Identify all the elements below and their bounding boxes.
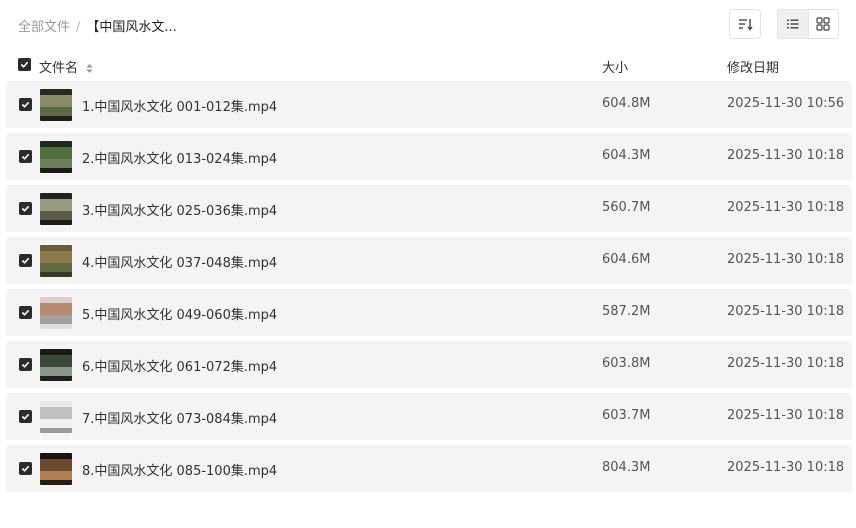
sort-arrows-icon	[86, 64, 93, 73]
check-icon	[21, 309, 30, 316]
view-toggle	[777, 9, 839, 39]
table-header: 文件名 大小 修改日期	[0, 52, 856, 78]
video-thumbnail	[40, 245, 72, 277]
row-checkbox[interactable]	[19, 254, 32, 267]
breadcrumb: 全部文件 / 【中国风水文...	[18, 16, 177, 35]
grid-view-icon	[816, 17, 830, 31]
table-row[interactable]: 4.中国风水文化 037-048集.mp4 604.6M 2025-11-30 10…	[6, 237, 852, 284]
row-checkbox[interactable]	[19, 410, 32, 423]
row-checkbox[interactable]	[19, 98, 32, 111]
row-checkbox[interactable]	[19, 462, 32, 475]
top-bar: 全部文件 / 【中国风水文...	[0, 0, 856, 50]
table-row[interactable]: 3.中国风水文化 025-036集.mp4 560.7M 2025-11-30 10…	[6, 185, 852, 232]
check-icon	[21, 205, 30, 212]
breadcrumb-separator: /	[76, 20, 81, 35]
file-name[interactable]: 1.中国风水文化 001-012集.mp4	[82, 96, 277, 115]
column-header-name[interactable]: 文件名	[39, 57, 93, 76]
check-icon	[21, 153, 30, 160]
file-size: 603.8M	[602, 356, 651, 371]
check-icon	[21, 465, 30, 472]
table-row[interactable]: 2.中国风水文化 013-024集.mp4 604.3M 2025-11-30 10…	[6, 133, 852, 180]
row-checkbox[interactable]	[19, 306, 32, 319]
sort-icon	[739, 19, 753, 31]
file-name[interactable]: 4.中国风水文化 037-048集.mp4	[82, 252, 277, 271]
sort-button[interactable]	[729, 9, 761, 39]
file-modified-date: 2025-11-30 10:18	[727, 408, 845, 423]
check-icon	[21, 257, 30, 264]
table-row[interactable]: 6.中国风水文化 061-072集.mp4 603.8M 2025-11-30 10…	[6, 341, 852, 388]
column-header-name-label: 文件名	[39, 61, 79, 76]
file-size: 587.2M	[602, 304, 651, 319]
video-thumbnail	[40, 349, 72, 381]
file-name[interactable]: 8.中国风水文化 085-100集.mp4	[82, 460, 277, 479]
grid-view-button[interactable]	[807, 10, 839, 38]
file-size: 804.3M	[602, 460, 651, 475]
breadcrumb-current: 【中国风水文...	[86, 20, 177, 35]
file-size: 604.6M	[602, 252, 651, 267]
file-name[interactable]: 2.中国风水文化 013-024集.mp4	[82, 148, 277, 167]
video-thumbnail	[40, 401, 72, 433]
column-header-size[interactable]: 大小	[602, 57, 628, 76]
file-modified-date: 2025-11-30 10:18	[727, 200, 845, 215]
row-checkbox[interactable]	[19, 358, 32, 371]
table-row[interactable]: 1.中国风水文化 001-012集.mp4 604.8M 2025-11-30 10…	[6, 81, 852, 128]
list-view-icon	[786, 19, 799, 29]
list-view-button[interactable]	[778, 10, 808, 38]
file-size: 604.8M	[602, 96, 651, 111]
file-name[interactable]: 7.中国风水文化 073-084集.mp4	[82, 408, 277, 427]
row-checkbox[interactable]	[19, 202, 32, 215]
file-modified-date: 2025-11-30 10:18	[727, 460, 845, 475]
breadcrumb-root[interactable]: 全部文件	[18, 20, 70, 35]
file-size: 560.7M	[602, 200, 651, 215]
table-row[interactable]: 8.中国风水文化 085-100集.mp4 804.3M 2025-11-30 10…	[6, 445, 852, 492]
file-size: 603.7M	[602, 408, 651, 423]
file-name[interactable]: 3.中国风水文化 025-036集.mp4	[82, 200, 277, 219]
column-header-modified[interactable]: 修改日期	[727, 57, 779, 76]
check-icon	[20, 61, 29, 68]
select-all-checkbox[interactable]	[18, 58, 31, 71]
video-thumbnail	[40, 453, 72, 485]
file-modified-date: 2025-11-30 10:18	[727, 252, 845, 267]
video-thumbnail	[40, 193, 72, 225]
video-thumbnail	[40, 89, 72, 121]
table-row[interactable]: 7.中国风水文化 073-084集.mp4 603.7M 2025-11-30 10…	[6, 393, 852, 440]
file-modified-date: 2025-11-30 10:56	[727, 96, 845, 111]
check-icon	[21, 413, 30, 420]
check-icon	[21, 101, 30, 108]
file-modified-date: 2025-11-30 10:18	[727, 148, 845, 163]
file-name[interactable]: 5.中国风水文化 049-060集.mp4	[82, 304, 277, 323]
file-size: 604.3M	[602, 148, 651, 163]
check-icon	[21, 361, 30, 368]
video-thumbnail	[40, 141, 72, 173]
file-name[interactable]: 6.中国风水文化 061-072集.mp4	[82, 356, 277, 375]
table-row[interactable]: 5.中国风水文化 049-060集.mp4 587.2M 2025-11-30 10…	[6, 289, 852, 336]
row-checkbox[interactable]	[19, 150, 32, 163]
file-modified-date: 2025-11-30 10:18	[727, 356, 845, 371]
video-thumbnail	[40, 297, 72, 329]
file-modified-date: 2025-11-30 10:18	[727, 304, 845, 319]
